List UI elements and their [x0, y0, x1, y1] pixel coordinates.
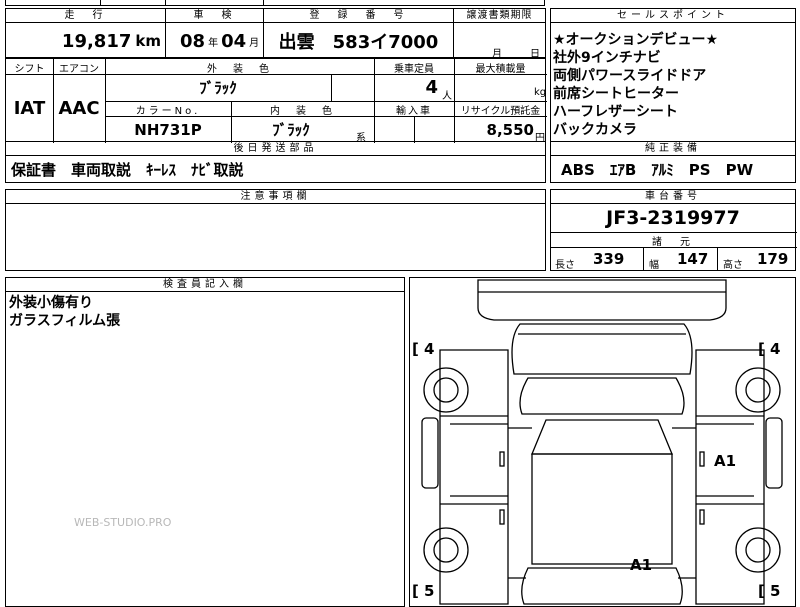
aircon-header: エアコン [59, 64, 99, 75]
windshield [519, 377, 685, 415]
interior-color-header: 内 装 色 [270, 106, 335, 117]
capacity-unit: 人 [442, 91, 452, 102]
sales-point-item: 社外9インチナビ [553, 50, 661, 66]
damage-mark-rear: A1 [630, 556, 653, 574]
inspection-year-unit: 年 [208, 37, 219, 49]
shift-header: シフト [14, 64, 45, 75]
right-rear-handle [699, 509, 705, 525]
later-parts-value: 保証書 車両取説 ｷｰﾚｽ ﾅﾋﾞ取説 [11, 161, 244, 179]
genuine-equipment-header: 純正装備 [551, 142, 795, 156]
aircon-value: AAC [58, 98, 100, 119]
inspection-header: 車 検 [166, 9, 263, 23]
genuine-equipment-box: 純正装備 ABS ｴｱB ｱﾙﾐ PS PW [550, 141, 796, 183]
later-parts-box: 後日発送部品 保証書 車両取説 ｷｰﾚｽ ﾅﾋﾞ取説 [5, 141, 546, 183]
left-door-handle [499, 451, 505, 467]
exterior-color-value: ﾌﾞﾗｯｸ [199, 79, 237, 97]
sales-point-item: 両側パワースライドドア [553, 68, 707, 84]
inspector-note: ガラスフィルム張 [9, 313, 121, 329]
max-load-header: 最大積載量 [475, 64, 526, 75]
bracket: [ [758, 340, 765, 358]
tire-rear-right-value: 5 [770, 582, 781, 600]
sales-point-item: ハーフレザーシート [553, 104, 678, 120]
inspection-month: 04 [221, 30, 247, 52]
genuine-equipment-value: ABS ｴｱB ｱﾙﾐ PS PW [561, 161, 754, 179]
length-value: 339 [593, 250, 625, 268]
chassis-header: 車台番号 [551, 190, 795, 204]
chassis-number: JF3-2319977 [606, 207, 740, 229]
shift-value: IAT [13, 98, 46, 119]
front-bumper [477, 279, 727, 321]
left-rear-handle [499, 509, 505, 525]
capacity-header: 乗車定員 [394, 64, 434, 75]
registration-number: 出雲 583イ7000 [278, 32, 439, 53]
mileage-value: 19,817 [61, 30, 132, 52]
sales-points-header: セールスポイント [551, 9, 795, 23]
width-label: 幅 [649, 260, 659, 271]
bracket: [ [412, 582, 419, 600]
later-parts-header: 後日発送部品 [6, 142, 545, 156]
height-label: 高さ [723, 260, 743, 271]
right-sill [765, 417, 783, 489]
registration-box: 登 録 番 号 出雲 583イ7000 [263, 8, 454, 58]
width-value: 147 [677, 250, 709, 268]
sales-points-list: ★オークションデビュー★ 社外9インチナビ 両側パワースライドドア 前席シートヒ… [553, 31, 718, 139]
height-value: 179 [757, 250, 789, 268]
right-door-handle [699, 451, 705, 467]
recycle-header: リサイクル預託金 [460, 106, 541, 117]
inspection-box: 車 検 08 年 04 月 [165, 8, 264, 58]
exterior-color-header: 外 装 色 [207, 64, 272, 75]
rear-left-wheel [423, 527, 469, 573]
tire-front-left-value: 4 [424, 340, 435, 358]
hood [511, 323, 693, 375]
left-body [439, 349, 509, 605]
vehicle-detail-box: シフト エアコン 外 装 色 乗車定員 最大積載量 IAT AAC ﾌﾞﾗｯｸ … [5, 58, 547, 144]
max-load-unit: kg [534, 87, 547, 98]
bracket: [ [412, 340, 419, 358]
roof-panel [531, 453, 673, 565]
tire-rear-left-value: 5 [424, 582, 435, 600]
sales-points-box: セールスポイント ★オークションデビュー★ 社外9インチナビ 両側パワースライド… [550, 8, 796, 142]
inspection-month-unit: 月 [249, 37, 260, 49]
chassis-box: 車台番号 JF3-2319977 諸 元 長さ 339 幅 147 高さ 179 [550, 189, 797, 271]
color-no-value: NH731P [134, 120, 202, 139]
car-diagram: [ 4 [ 4 [ 5 [ 5 A1 A1 [409, 277, 796, 607]
top-strip [5, 0, 545, 6]
inspector-box: 検査員記入欄 外装小傷有り ガラスフィルム張 WEB-STUDIO.PRO [5, 277, 405, 607]
mileage-header: 走 行 [6, 9, 165, 23]
specs-header: 諸 元 [652, 237, 694, 248]
rear-glass [521, 567, 683, 605]
damage-mark-right-door: A1 [714, 452, 737, 470]
sales-point-item: バックカメラ [553, 122, 637, 138]
roof [531, 419, 673, 455]
sales-point-item: ★オークションデビュー★ [553, 32, 719, 48]
front-right-wheel [735, 367, 781, 413]
left-sill [421, 417, 439, 489]
inspector-note: 外装小傷有り [9, 295, 93, 311]
tire-front-right-value: 4 [770, 340, 781, 358]
watermark: WEB-STUDIO.PRO [74, 516, 172, 529]
rear-right-wheel [735, 527, 781, 573]
mileage-box: 走 行 19,817 km [5, 8, 166, 58]
sales-point-item: 前席シートヒーター [553, 86, 679, 102]
registration-header: 登 録 番 号 [264, 9, 453, 23]
caution-header: 注意事項欄 [6, 190, 545, 204]
length-label: 長さ [555, 260, 575, 271]
caution-box: 注意事項欄 [5, 189, 546, 271]
bracket: [ [758, 582, 765, 600]
transfer-box: 譲渡書類期限 月 日 [453, 8, 546, 60]
import-header: 輸入車 [396, 106, 432, 117]
capacity-value: 4 [425, 77, 438, 98]
interior-color-value: ﾌﾞﾗｯｸ [272, 121, 310, 139]
transfer-header: 譲渡書類期限 [454, 9, 545, 23]
recycle-value: 8,550 [486, 120, 534, 139]
color-no-header: カラーNo. [135, 106, 201, 117]
mileage-unit: km [135, 32, 161, 50]
inspection-year: 08 [180, 30, 206, 52]
inspector-header: 検査員記入欄 [6, 278, 404, 292]
front-left-wheel [423, 367, 469, 413]
right-body [695, 349, 765, 605]
